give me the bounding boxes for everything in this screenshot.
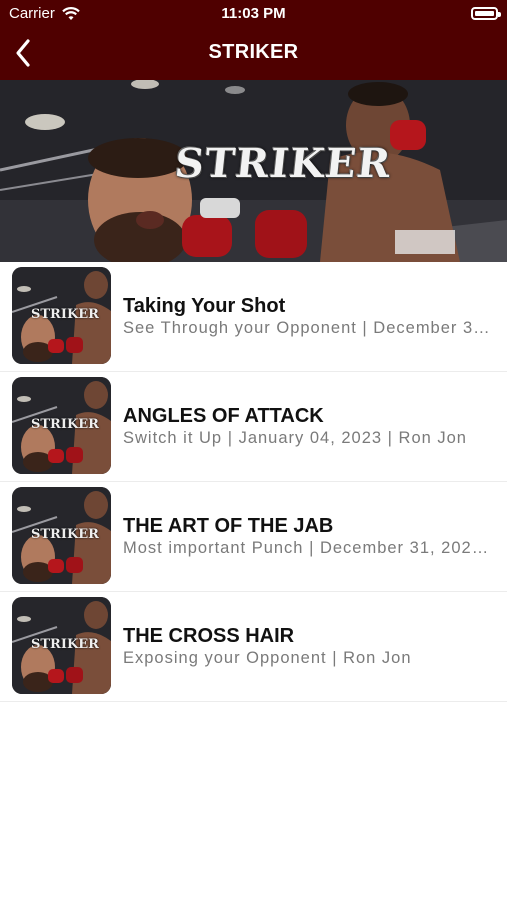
item-subtitle: Most important Punch | December 31, 2022… — [123, 539, 493, 557]
status-bar: Carrier 11:03 PM — [0, 0, 507, 28]
item-subtitle: See Through your Opponent | December 31,… — [123, 319, 493, 337]
hero-banner: STRIKER — [0, 80, 507, 262]
hero-title: STRIKER — [172, 140, 394, 187]
thumbnail-image: STRIKER — [12, 377, 111, 474]
thumbnail-label: STRIKER — [31, 637, 99, 652]
list-item[interactable]: STRIKER THE ART OF THE JAB Most importan… — [0, 482, 507, 592]
page-title: STRIKER — [208, 41, 299, 63]
item-title: THE CROSS HAIR — [123, 625, 295, 647]
thumbnail-image: STRIKER — [12, 487, 111, 584]
item-subtitle: Switch it Up | January 04, 2023 | Ron Jo… — [123, 429, 467, 447]
thumbnail-label: STRIKER — [31, 417, 99, 432]
list-item[interactable]: STRIKER Taking Your Shot See Through you… — [0, 262, 507, 372]
status-time: 11:03 PM — [221, 5, 286, 22]
item-title: THE ART OF THE JAB — [123, 515, 334, 537]
item-subtitle: Exposing your Opponent | Ron Jon — [123, 649, 412, 667]
item-title: Taking Your Shot — [123, 295, 286, 317]
thumbnail-label: STRIKER — [31, 527, 99, 542]
item-title: ANGLES OF ATTACK — [123, 405, 324, 427]
thumbnail-image: STRIKER — [12, 267, 111, 364]
thumbnail-image: STRIKER — [12, 597, 111, 694]
list-item[interactable]: STRIKER ANGLES OF ATTACK Switch it Up | … — [0, 372, 507, 482]
battery-icon — [471, 7, 501, 20]
thumbnail-label: STRIKER — [31, 307, 99, 322]
list-item[interactable]: STRIKER THE CROSS HAIR Exposing your Opp… — [0, 592, 507, 702]
navigation-bar: STRIKER — [0, 28, 507, 80]
lesson-list: STRIKER Taking Your Shot See Through you… — [0, 262, 507, 702]
